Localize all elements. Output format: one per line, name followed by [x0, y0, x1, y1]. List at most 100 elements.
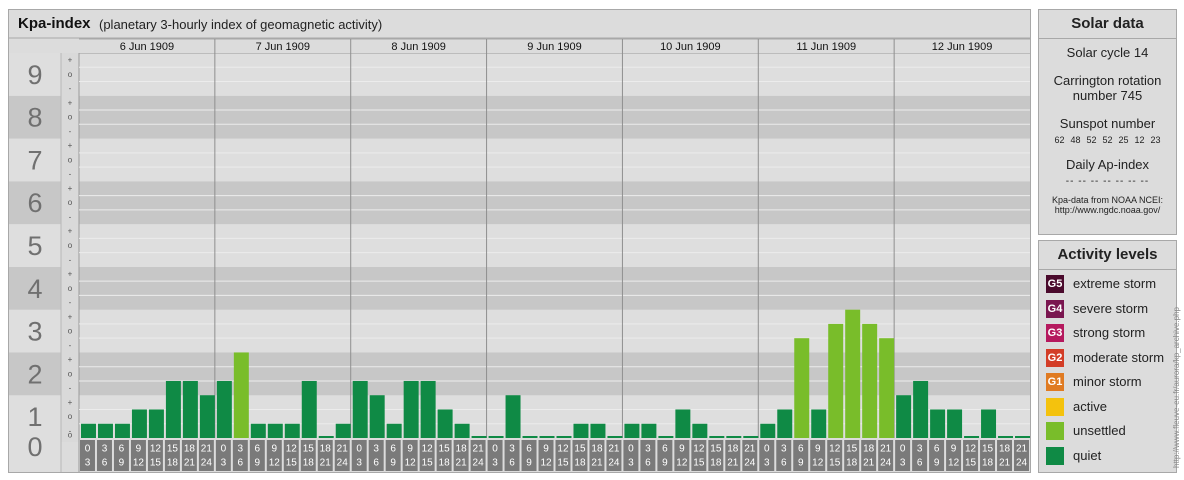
hour-end-label: 9 — [934, 458, 940, 469]
kp-band — [79, 266, 1030, 310]
hour-start-label: 15 — [303, 444, 315, 455]
hour-start-label: 9 — [679, 444, 685, 455]
y-tick-label: 4 — [27, 274, 42, 304]
y-subtick-label: + — [68, 56, 73, 65]
hour-end-label: 21 — [727, 458, 739, 469]
kp-bar — [726, 436, 742, 438]
hour-start-label: 15 — [574, 444, 586, 455]
hour-start-label: 6 — [526, 444, 532, 455]
kp-bar — [182, 380, 198, 438]
hour-start-label: 0 — [492, 444, 498, 455]
data-source-url: http://www.ngdc.noaa.gov/ — [1054, 205, 1161, 215]
hour-end-label: 3 — [628, 458, 634, 469]
kp-band — [79, 181, 1030, 225]
hour-start-label: 21 — [473, 444, 485, 455]
sunspot-value: 62 — [1054, 135, 1065, 145]
kp-bar — [267, 423, 283, 438]
y-subtick-label: o — [68, 431, 73, 440]
ap-index-label: Daily Ap-index — [1065, 157, 1150, 172]
y-subtick-label: + — [68, 184, 73, 193]
kp-bar — [233, 352, 249, 438]
activity-level-swatch — [1046, 422, 1064, 440]
hour-start-label: 21 — [201, 444, 213, 455]
hour-end-label: 9 — [119, 458, 125, 469]
hour-end-label: 12 — [405, 458, 417, 469]
kp-bar — [692, 423, 708, 438]
y-subtick-label: - — [69, 384, 72, 393]
hour-end-label: 6 — [917, 458, 923, 469]
hour-start-label: 15 — [167, 444, 179, 455]
activity-levels-panel: Activity levels G5 extreme storm G4 severe … — [1038, 240, 1177, 473]
kp-bar — [199, 395, 215, 438]
kp-bar — [998, 436, 1014, 438]
kp-bar — [675, 409, 691, 438]
hour-end-label: 21 — [184, 458, 196, 469]
hour-end-label: 9 — [526, 458, 532, 469]
kp-bar — [828, 323, 844, 438]
activity-level-swatch: G2 — [1046, 348, 1064, 367]
hour-start-label: 0 — [764, 444, 770, 455]
kp-bar — [641, 423, 657, 438]
ap-value: -- — [1115, 176, 1125, 187]
hour-start-label: 15 — [439, 444, 451, 455]
y-subtick-label: o — [68, 113, 73, 122]
hour-start-label: 15 — [982, 444, 994, 455]
hour-end-label: 24 — [608, 458, 620, 469]
kp-bar — [301, 380, 317, 438]
hour-end-label: 6 — [509, 458, 515, 469]
kp-bar — [148, 409, 164, 438]
day-label: 12 Jun 1909 — [932, 41, 993, 53]
data-source-note: Kpa-data from NOAA NCEI: http://www.ngdc… — [1039, 195, 1176, 215]
kp-bar — [709, 436, 725, 438]
day-label: 11 Jun 1909 — [796, 41, 856, 53]
hour-start-label: 0 — [221, 444, 227, 455]
hour-end-label: 9 — [390, 458, 396, 469]
hour-start-label: 12 — [693, 444, 705, 455]
carrington-rotation-label: Carrington rotation — [1053, 73, 1162, 88]
hour-end-label: 21 — [320, 458, 332, 469]
y-tick-label: 5 — [27, 231, 42, 261]
ap-value: -- — [1128, 176, 1137, 187]
kp-bar — [437, 409, 453, 438]
kp-bar — [845, 309, 861, 438]
hour-end-label: 18 — [846, 458, 858, 469]
hour-start-label: 6 — [390, 444, 396, 455]
kp-bar — [930, 409, 946, 438]
sunspot-values: 62 48 52 52 25 12 23 — [1039, 135, 1176, 145]
sunspot-value: 52 — [1086, 135, 1097, 145]
hour-start-label: 3 — [102, 444, 108, 455]
source-watermark: http://www.fleuve-eu.fr/aurora/kp_archiv… — [1172, 307, 1181, 468]
activity-level-swatch — [1046, 397, 1064, 416]
kp-bar — [165, 380, 181, 438]
activity-level-label: extreme storm — [1073, 276, 1157, 291]
y-subtick-label: - — [69, 212, 72, 221]
hour-end-label: 9 — [255, 458, 261, 469]
hour-end-label: 6 — [781, 458, 787, 469]
hour-start-label: 9 — [543, 444, 549, 455]
ap-value: -- — [1140, 176, 1150, 187]
y-subtick-label: o — [68, 327, 73, 336]
hour-end-label: 12 — [269, 458, 281, 469]
hour-end-label: 21 — [456, 458, 468, 469]
kp-band — [79, 53, 1030, 96]
hour-start-label: 3 — [781, 444, 787, 455]
kp-bar — [403, 380, 419, 438]
y-tick-label: 0 — [27, 432, 42, 462]
kp-bar — [777, 409, 793, 438]
y-subtick-label: + — [68, 227, 73, 236]
chart-title: Kpa-index — [18, 15, 91, 32]
hour-end-label: 15 — [150, 458, 162, 469]
kp-bar — [352, 380, 368, 438]
hour-start-label: 3 — [509, 444, 515, 455]
solar-data-panel: Solar data Solar cycle 14 Carrington rot… — [1038, 9, 1177, 235]
hour-start-label: 21 — [880, 444, 892, 455]
hour-start-label: 21 — [1016, 444, 1028, 455]
hour-start-label: 6 — [255, 444, 261, 455]
kp-band — [79, 95, 1030, 139]
solar-cycle: Solar cycle 14 — [1066, 45, 1149, 60]
y-subtick-label: - — [69, 341, 72, 350]
hour-start-label: 18 — [863, 444, 875, 455]
hour-start-label: 15 — [710, 444, 722, 455]
y-subtick-label: - — [69, 298, 72, 307]
y-subtick-label: o — [68, 284, 73, 293]
